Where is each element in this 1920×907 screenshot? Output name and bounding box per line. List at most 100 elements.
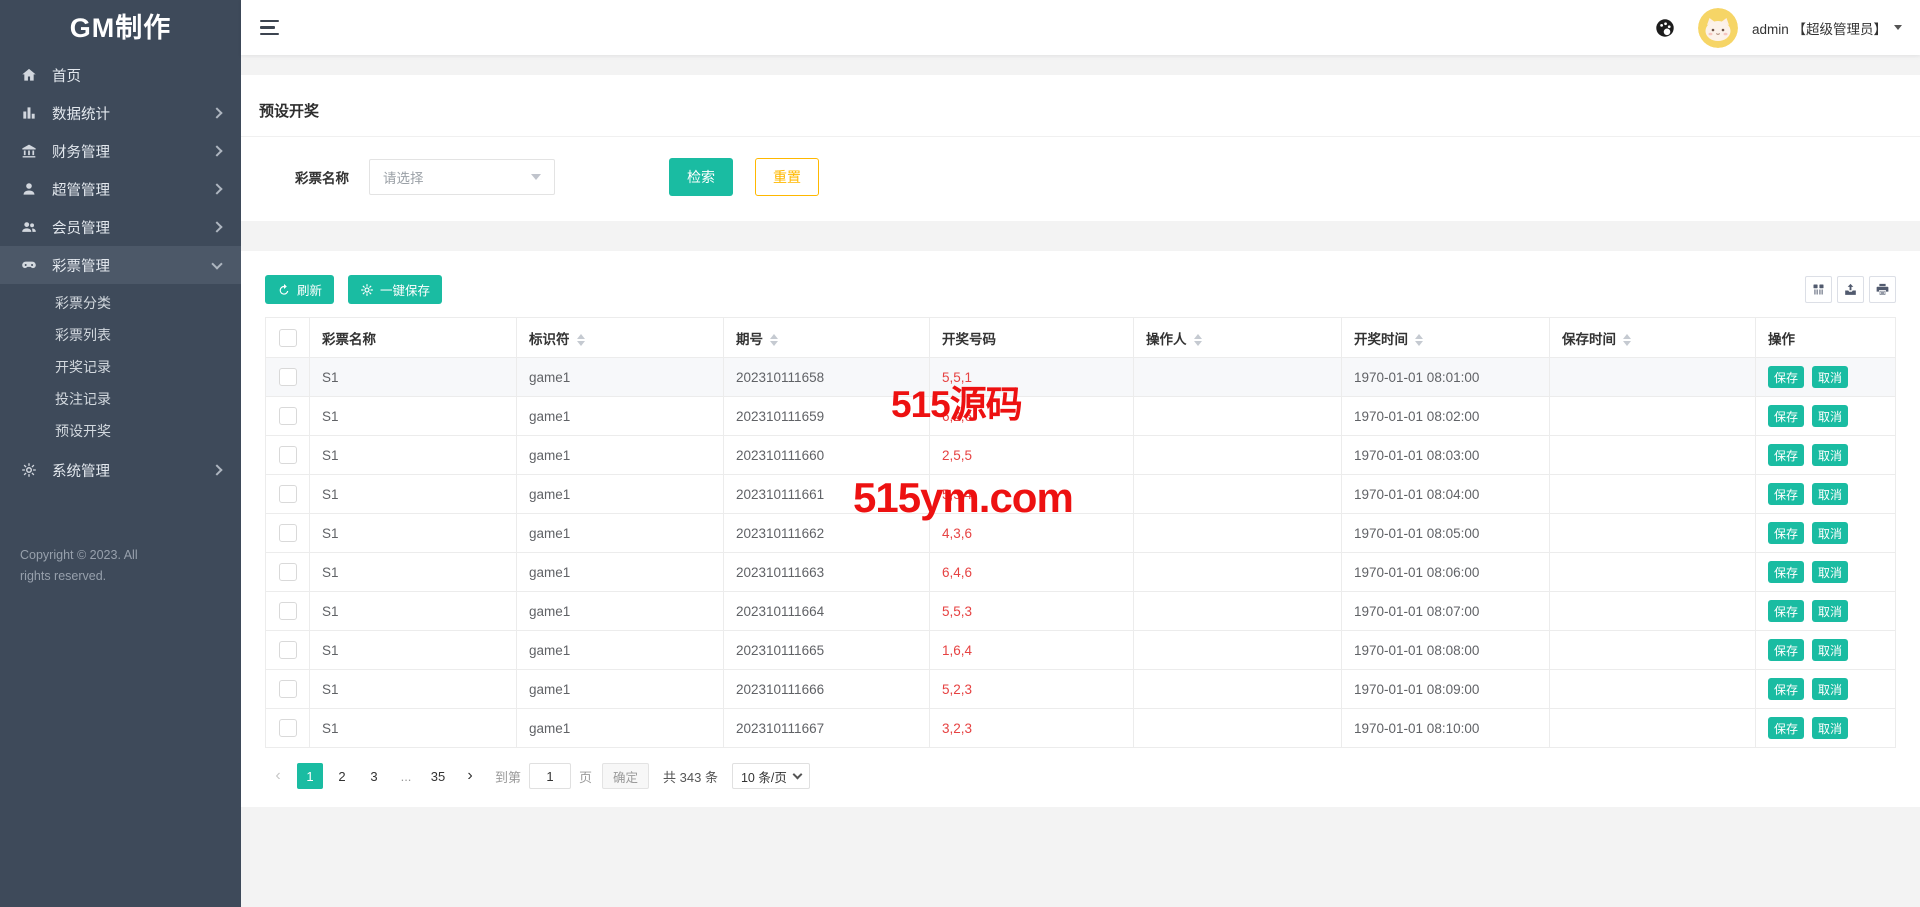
page-button-3[interactable]: 3 — [361, 763, 387, 789]
sidebar-subitem-bet-records[interactable]: 投注记录 — [0, 383, 241, 415]
save-button[interactable]: 保存 — [1768, 717, 1804, 739]
col-issue-no[interactable]: 期号 — [724, 318, 930, 358]
cell-identifier: game1 — [517, 475, 724, 514]
cell-operator — [1134, 553, 1342, 592]
cell-numbers: 5,2,3 — [930, 670, 1134, 709]
search-button[interactable]: 检索 — [669, 158, 733, 196]
row-checkbox[interactable] — [279, 407, 297, 425]
col-draw-time[interactable]: 开奖时间 — [1342, 318, 1550, 358]
sidebar-item-super-admin[interactable]: 超管管理 — [0, 170, 241, 208]
col-save-time[interactable]: 保存时间 — [1550, 318, 1756, 358]
sidebar-item-home[interactable]: 首页 — [0, 56, 241, 94]
col-label-identifier: 标识符 — [529, 332, 570, 347]
cell-actions: 保存取消 — [1756, 397, 1896, 436]
cancel-button[interactable]: 取消 — [1812, 366, 1848, 388]
theme-palette-icon[interactable] — [1654, 17, 1676, 39]
save-button[interactable]: 保存 — [1768, 678, 1804, 700]
row-checkbox-cell — [266, 553, 310, 592]
col-label-operator: 操作人 — [1146, 332, 1187, 347]
chevron-right-icon — [211, 107, 222, 118]
topbar-right: admin 【超级管理员】 — [1654, 8, 1902, 48]
col-identifier[interactable]: 标识符 — [517, 318, 724, 358]
row-checkbox[interactable] — [279, 641, 297, 659]
cell-actions: 保存取消 — [1756, 514, 1896, 553]
export-button[interactable] — [1837, 276, 1864, 303]
col-operator[interactable]: 操作人 — [1134, 318, 1342, 358]
sidebar-subitem-lottery-list[interactable]: 彩票列表 — [0, 319, 241, 351]
cancel-button[interactable]: 取消 — [1812, 522, 1848, 544]
row-checkbox[interactable] — [279, 680, 297, 698]
save-button[interactable]: 保存 — [1768, 444, 1804, 466]
sidebar-menu: 首页数据统计财务管理超管管理会员管理彩票管理彩票分类彩票列表开奖记录投注记录预设… — [0, 56, 241, 489]
page-button-2[interactable]: 2 — [329, 763, 355, 789]
reset-button[interactable]: 重置 — [755, 158, 819, 196]
sidebar-item-label: 超管管理 — [52, 179, 110, 200]
prev-page-button[interactable]: ‹ — [265, 763, 291, 789]
cell-issue: 202310111665 — [724, 631, 930, 670]
refresh-button[interactable]: 刷新 — [265, 275, 334, 304]
sidebar-item-lottery[interactable]: 彩票管理 — [0, 246, 241, 284]
columns-filter-button[interactable] — [1805, 276, 1832, 303]
cell-operator — [1134, 631, 1342, 670]
sidebar-subitem-preset-draw[interactable]: 预设开奖 — [0, 415, 241, 447]
save-button[interactable]: 保存 — [1768, 600, 1804, 622]
row-checkbox[interactable] — [279, 446, 297, 464]
cancel-button[interactable]: 取消 — [1812, 405, 1848, 427]
sidebar-item-members[interactable]: 会员管理 — [0, 208, 241, 246]
table-row: S1game12023101116602,5,51970-01-01 08:03… — [266, 436, 1896, 475]
save-button[interactable]: 保存 — [1768, 522, 1804, 544]
table-row: S1game12023101116596,2,61970-01-01 08:02… — [266, 397, 1896, 436]
sort-icon — [577, 334, 585, 346]
page-button-35[interactable]: 35 — [425, 763, 451, 789]
cancel-button[interactable]: 取消 — [1812, 717, 1848, 739]
menu-toggle-icon[interactable] — [260, 20, 279, 36]
cell-save-time — [1550, 553, 1756, 592]
sidebar-item-system[interactable]: 系统管理 — [0, 451, 241, 489]
sidebar-item-statistics[interactable]: 数据统计 — [0, 94, 241, 132]
cancel-button[interactable]: 取消 — [1812, 639, 1848, 661]
select-all-checkbox[interactable] — [279, 329, 297, 347]
cell-lottery-name: S1 — [310, 397, 517, 436]
cell-numbers: 5,5,4 — [930, 475, 1134, 514]
row-checkbox[interactable] — [279, 719, 297, 737]
row-checkbox[interactable] — [279, 368, 297, 386]
sidebar-item-label: 首页 — [52, 65, 81, 86]
cancel-button[interactable]: 取消 — [1812, 678, 1848, 700]
sidebar-item-finance[interactable]: 财务管理 — [0, 132, 241, 170]
row-checkbox[interactable] — [279, 524, 297, 542]
cancel-button[interactable]: 取消 — [1812, 600, 1848, 622]
lottery-select[interactable]: 请选择 — [369, 159, 555, 195]
save-button[interactable]: 保存 — [1768, 639, 1804, 661]
row-checkbox[interactable] — [279, 563, 297, 581]
cancel-button[interactable]: 取消 — [1812, 561, 1848, 583]
sidebar-subitem-lottery-category[interactable]: 彩票分类 — [0, 287, 241, 319]
row-checkbox-cell — [266, 358, 310, 397]
sort-icon — [1415, 334, 1423, 346]
avatar[interactable] — [1698, 8, 1738, 48]
cancel-button[interactable]: 取消 — [1812, 483, 1848, 505]
goto-page-suffix-label: 页 — [579, 767, 592, 786]
row-checkbox-cell — [266, 514, 310, 553]
cancel-button[interactable]: 取消 — [1812, 444, 1848, 466]
sort-icon — [770, 334, 778, 346]
row-checkbox[interactable] — [279, 485, 297, 503]
user-menu[interactable]: admin 【超级管理员】 — [1752, 18, 1902, 38]
print-button[interactable] — [1869, 276, 1896, 303]
next-page-button[interactable]: › — [457, 763, 483, 789]
table-row: S1game12023101116651,6,41970-01-01 08:08… — [266, 631, 1896, 670]
sidebar-subitem-draw-records[interactable]: 开奖记录 — [0, 351, 241, 383]
users-icon — [20, 219, 37, 236]
cell-lottery-name: S1 — [310, 358, 517, 397]
page-button-1[interactable]: 1 — [297, 763, 323, 789]
goto-page-input[interactable] — [529, 763, 571, 789]
save-button[interactable]: 保存 — [1768, 561, 1804, 583]
save-button[interactable]: 保存 — [1768, 483, 1804, 505]
page-size-select[interactable]: 10 条/页 — [732, 763, 810, 789]
row-checkbox[interactable] — [279, 602, 297, 620]
save-button[interactable]: 保存 — [1768, 366, 1804, 388]
goto-confirm-button[interactable]: 确定 — [602, 763, 649, 789]
save-button[interactable]: 保存 — [1768, 405, 1804, 427]
cell-issue: 202310111661 — [724, 475, 930, 514]
save-all-button[interactable]: 一键保存 — [348, 275, 442, 304]
cell-draw-time: 1970-01-01 08:04:00 — [1342, 475, 1550, 514]
